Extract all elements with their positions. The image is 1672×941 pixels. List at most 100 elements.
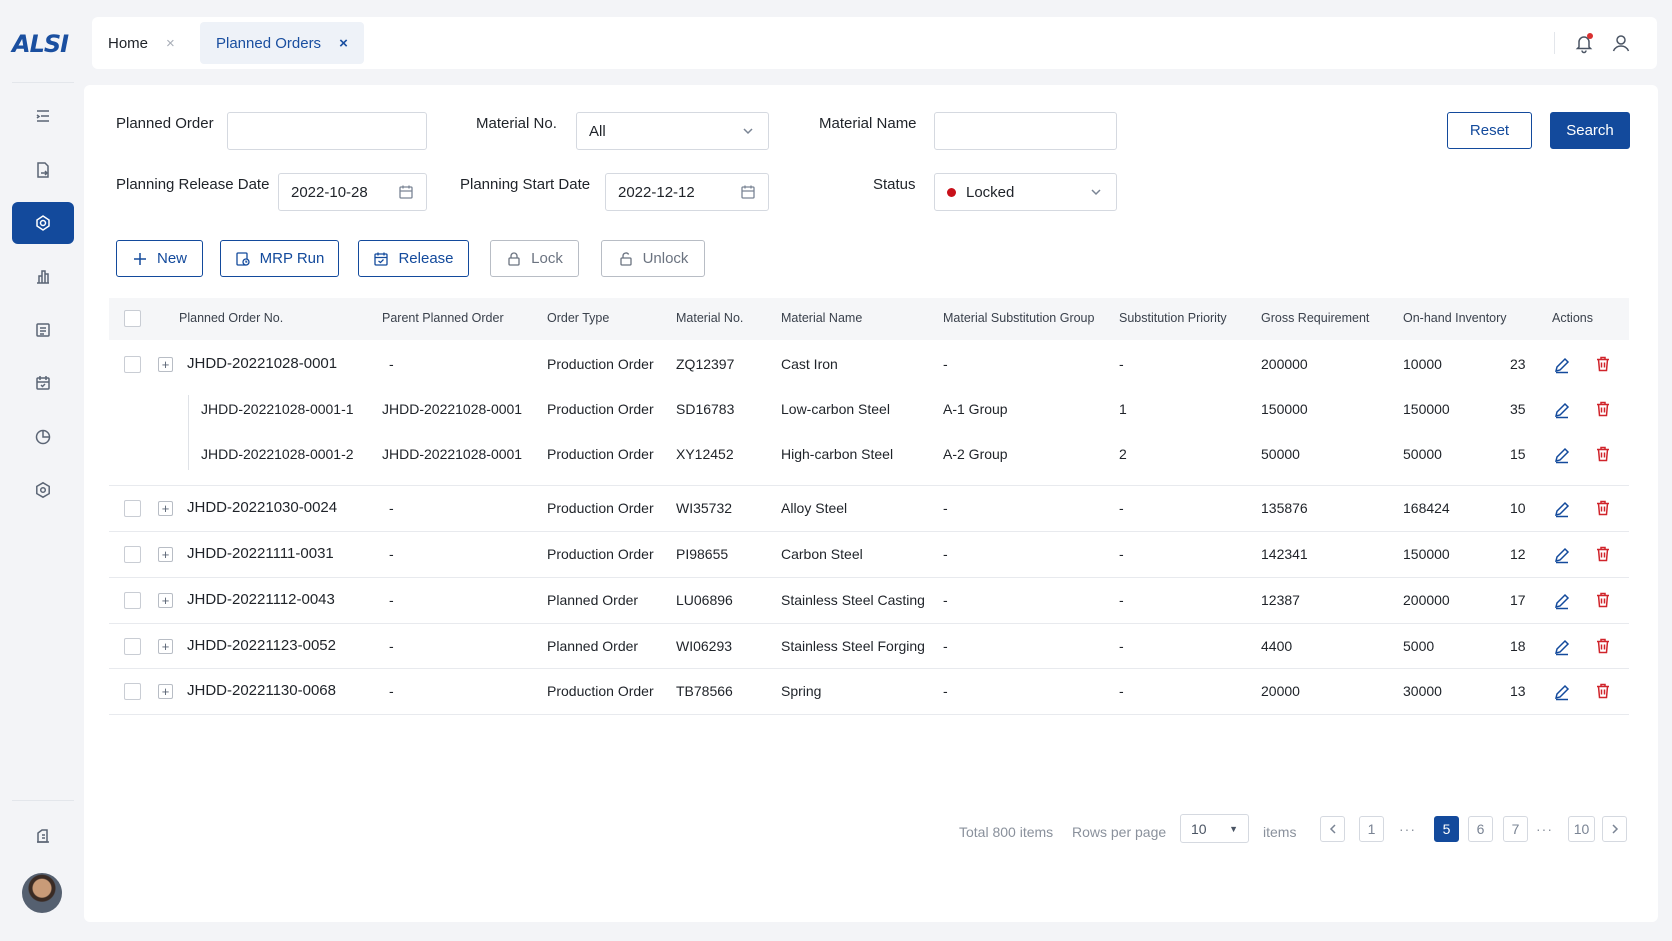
material-name: Carbon Steel bbox=[781, 546, 863, 562]
material-no-select[interactable]: All bbox=[576, 112, 769, 150]
material-name: Spring bbox=[781, 683, 822, 699]
expand-row-icon[interactable]: + bbox=[158, 639, 173, 654]
reset-button[interactable]: Reset bbox=[1447, 112, 1532, 149]
row-checkbox[interactable] bbox=[124, 500, 141, 517]
release-date-picker[interactable]: 2022-10-28 bbox=[278, 173, 427, 211]
planned-order-label: Planned Order bbox=[116, 115, 214, 132]
notification-bell-icon[interactable] bbox=[1573, 32, 1595, 54]
row-checkbox[interactable] bbox=[124, 592, 141, 609]
page-size-select[interactable]: 10 ▼ bbox=[1180, 814, 1249, 843]
edit-icon[interactable] bbox=[1553, 638, 1571, 656]
row-checkbox[interactable] bbox=[124, 683, 141, 700]
order-type: Planned Order bbox=[547, 638, 639, 654]
delete-icon[interactable] bbox=[1594, 499, 1612, 517]
material-no: LU06896 bbox=[676, 592, 733, 608]
delete-icon[interactable] bbox=[1594, 637, 1612, 655]
edit-icon[interactable] bbox=[1553, 546, 1571, 564]
prev-page-button[interactable] bbox=[1320, 816, 1345, 842]
edit-icon[interactable] bbox=[1553, 592, 1571, 610]
expand-row-icon[interactable]: + bbox=[158, 547, 173, 562]
calendar-icon[interactable] bbox=[12, 362, 74, 404]
onhand-inventory: 150000 bbox=[1403, 546, 1450, 562]
table-row: + JHDD-20221112-0043 - Planned Order LU0… bbox=[109, 578, 1629, 624]
row-count: 12 bbox=[1510, 546, 1526, 562]
bar-chart-icon[interactable] bbox=[12, 255, 74, 297]
col-actions: Actions bbox=[1552, 311, 1593, 325]
release-button[interactable]: Release bbox=[358, 240, 469, 277]
substitution-priority: - bbox=[1119, 356, 1124, 372]
planning-icon[interactable] bbox=[12, 202, 74, 244]
run-document-icon bbox=[235, 251, 250, 266]
row-checkbox[interactable] bbox=[124, 638, 141, 655]
pie-chart-icon[interactable] bbox=[12, 416, 74, 458]
expand-row-icon[interactable]: + bbox=[158, 684, 173, 699]
page-button-1[interactable]: 1 bbox=[1359, 816, 1384, 842]
material-no: PI98655 bbox=[676, 546, 729, 562]
lock-button[interactable]: Lock bbox=[490, 240, 579, 277]
mrp-run-label: MRP Run bbox=[259, 250, 325, 267]
expand-row-icon[interactable]: + bbox=[158, 357, 173, 372]
delete-icon[interactable] bbox=[1594, 400, 1612, 418]
planned-order-no: JHDD-20221030-0024 bbox=[187, 499, 338, 516]
parent-order: - bbox=[389, 546, 394, 562]
unlock-button[interactable]: Unlock bbox=[601, 240, 705, 277]
select-all-checkbox[interactable] bbox=[124, 310, 141, 327]
page-button-7[interactable]: 7 bbox=[1503, 816, 1528, 842]
edit-icon[interactable] bbox=[1553, 500, 1571, 518]
top-bar: Home × Planned Orders × bbox=[92, 17, 1657, 69]
delete-icon[interactable] bbox=[1594, 591, 1612, 609]
new-button[interactable]: New bbox=[116, 240, 203, 277]
mrp-run-button[interactable]: MRP Run bbox=[220, 240, 339, 277]
row-checkbox[interactable] bbox=[124, 546, 141, 563]
onhand-inventory: 150000 bbox=[1403, 401, 1450, 417]
page-button-5[interactable]: 5 bbox=[1434, 816, 1459, 842]
search-button[interactable]: Search bbox=[1550, 112, 1630, 149]
release-date-label: Planning Release Date bbox=[116, 176, 270, 193]
user-avatar[interactable] bbox=[22, 873, 62, 913]
documents-icon[interactable] bbox=[12, 149, 74, 191]
status-select[interactable]: Locked bbox=[934, 173, 1117, 211]
collapse-sidebar-icon[interactable] bbox=[12, 815, 74, 857]
row-count: 10 bbox=[1510, 500, 1526, 516]
list-document-icon[interactable] bbox=[12, 309, 74, 351]
next-page-button[interactable] bbox=[1602, 816, 1627, 842]
menu-toggle-icon[interactable] bbox=[12, 95, 74, 137]
tab-planned-orders[interactable]: Planned Orders × bbox=[200, 22, 364, 64]
table-row: + JHDD-20221123-0052 - Planned Order WI0… bbox=[109, 624, 1629, 669]
start-date-picker[interactable]: 2022-12-12 bbox=[605, 173, 769, 211]
edit-icon[interactable] bbox=[1553, 683, 1571, 701]
edit-icon[interactable] bbox=[1553, 356, 1571, 374]
total-items-text: Total 800 items bbox=[959, 824, 1054, 840]
delete-icon[interactable] bbox=[1594, 682, 1612, 700]
close-tab-icon[interactable]: × bbox=[166, 35, 175, 52]
page-button-6[interactable]: 6 bbox=[1468, 816, 1493, 842]
tab-home[interactable]: Home × bbox=[92, 22, 191, 64]
delete-icon[interactable] bbox=[1594, 355, 1612, 373]
delete-icon[interactable] bbox=[1594, 445, 1612, 463]
substitution-group: A-2 Group bbox=[943, 446, 1008, 462]
page-button-10[interactable]: 10 bbox=[1568, 816, 1595, 842]
edit-icon[interactable] bbox=[1553, 401, 1571, 419]
material-name-input[interactable] bbox=[934, 112, 1117, 150]
user-profile-icon[interactable] bbox=[1610, 32, 1632, 54]
expand-row-icon[interactable]: + bbox=[158, 593, 173, 608]
planned-order-no: JHDD-20221111-0031 bbox=[187, 545, 334, 562]
parent-order: - bbox=[389, 592, 394, 608]
col-gross-requirement: Gross Requirement bbox=[1261, 311, 1370, 325]
expand-row-icon[interactable]: + bbox=[158, 501, 173, 516]
onhand-inventory: 200000 bbox=[1403, 592, 1450, 608]
pagination-ellipsis: ··· bbox=[1399, 821, 1416, 837]
planned-order-no: JHDD-20221123-0052 bbox=[187, 637, 336, 654]
table-header: Planned Order No. Parent Planned Order O… bbox=[109, 298, 1629, 340]
planned-order-input[interactable] bbox=[227, 112, 427, 150]
settings-icon[interactable] bbox=[12, 469, 74, 511]
edit-icon[interactable] bbox=[1553, 446, 1571, 464]
close-tab-icon[interactable]: × bbox=[339, 35, 348, 52]
rows-per-page-label: Rows per page bbox=[1072, 824, 1167, 840]
material-name: High-carbon Steel bbox=[781, 446, 894, 462]
substitution-group: - bbox=[943, 683, 948, 699]
row-checkbox[interactable] bbox=[124, 356, 141, 373]
notification-dot bbox=[1587, 33, 1593, 39]
gross-requirement: 50000 bbox=[1261, 446, 1300, 462]
delete-icon[interactable] bbox=[1594, 545, 1612, 563]
